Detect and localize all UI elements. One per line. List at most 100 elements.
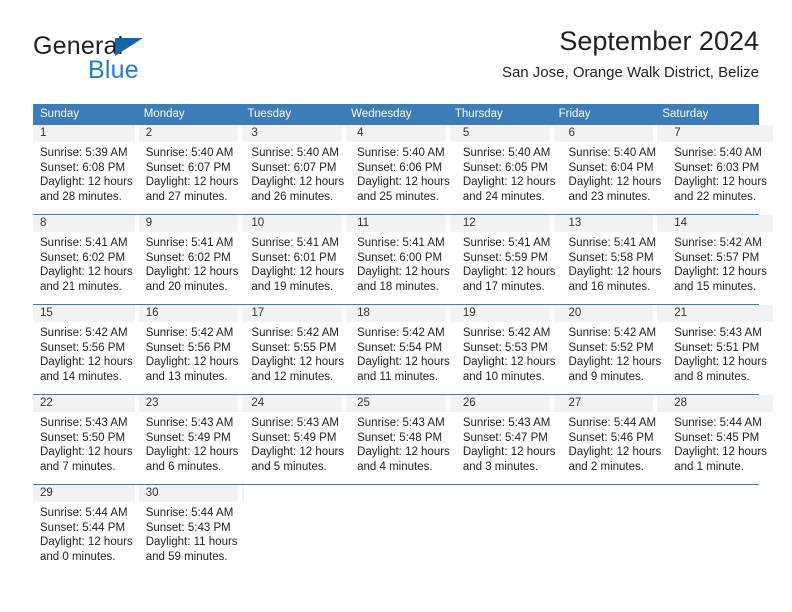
calendar-day-cell[interactable]: 24 Sunrise: 5:43 AM Sunset: 5:49 PM Dayligh… <box>244 395 351 484</box>
calendar-day-cell[interactable]: 6 Sunrise: 5:40 AM Sunset: 6:04 PM Daylight… <box>561 125 668 214</box>
daylight-duration-line2: and 8 minutes. <box>674 370 750 383</box>
calendar-day-cell[interactable]: 12 Sunrise: 5:41 AM Sunset: 5:59 PM Dayligh… <box>455 215 562 304</box>
daylight-duration-line1: Daylight: 12 hours <box>462 356 556 369</box>
calendar-day-cell[interactable]: 19 Sunrise: 5:42 AM Sunset: 5:53 PM Dayligh… <box>455 305 562 394</box>
calendar-day-cell[interactable]: 25 Sunrise: 5:43 AM Sunset: 5:48 PM Dayligh… <box>350 395 456 484</box>
day-band-divider <box>549 305 554 322</box>
day-number: 25 <box>350 395 456 412</box>
day-number: 9 <box>138 215 245 232</box>
daylight-duration-line2: and 19 minutes. <box>251 280 334 293</box>
daylight-duration-line2: and 16 minutes. <box>568 280 651 293</box>
day-details <box>450 502 553 506</box>
calendar-day-cell[interactable]: 27 Sunrise: 5:44 AM Sunset: 5:46 PM Dayligh… <box>561 395 668 484</box>
logo-text-blue: Blue <box>88 56 139 84</box>
calendar-day-cell[interactable]: 7 Sunrise: 5:40 AM Sunset: 6:03 PM Daylight… <box>667 125 773 214</box>
calendar-day-cell[interactable]: 20 Sunrise: 5:42 AM Sunset: 5:52 PM Dayligh… <box>561 305 668 394</box>
calendar-grid: Sunday Monday Tuesday Wednesday Thursday… <box>33 104 773 574</box>
day-number <box>243 485 347 502</box>
calendar-day-cell[interactable]: 15 Sunrise: 5:42 AM Sunset: 5:56 PM Dayligh… <box>33 305 139 394</box>
sunset-time: Sunset: 5:45 PM <box>674 431 760 444</box>
calendar-page: General Blue September 2024 San Jose, Or… <box>0 0 792 612</box>
day-band-divider <box>445 305 450 322</box>
logo-general-blue[interactable]: General Blue <box>33 32 263 90</box>
sunset-time: Sunset: 5:56 PM <box>145 341 231 354</box>
calendar-day-cell[interactable]: 13 Sunrise: 5:41 AM Sunset: 5:58 PM Dayligh… <box>561 215 668 304</box>
sunset-time: Sunset: 5:53 PM <box>462 341 548 354</box>
day-details: Sunrise: 5:40 AM Sunset: 6:06 PM Daylight:… <box>350 142 456 204</box>
daylight-duration-line2: and 7 minutes. <box>40 460 116 473</box>
sunset-time: Sunset: 5:59 PM <box>462 251 548 264</box>
calendar-day-cell[interactable]: 5 Sunrise: 5:40 AM Sunset: 6:05 PM Daylight… <box>455 125 562 214</box>
daylight-duration-line2: and 21 minutes. <box>40 280 122 293</box>
daylight-duration-line1: Daylight: 12 hours <box>462 446 556 459</box>
day-details: Sunrise: 5:41 AM Sunset: 6:02 PM Daylight:… <box>33 232 139 294</box>
calendar-day-cell[interactable]: 3 Sunrise: 5:40 AM Sunset: 6:07 PM Daylight… <box>244 125 351 214</box>
calendar-week-row: 8 Sunrise: 5:41 AM Sunset: 6:02 PM Daylight… <box>33 214 773 304</box>
day-details: Sunrise: 5:40 AM Sunset: 6:03 PM Daylight:… <box>667 142 773 204</box>
sunrise-time: Sunrise: 5:42 AM <box>145 327 234 339</box>
day-band-divider <box>653 125 658 142</box>
day-details: Sunrise: 5:41 AM Sunset: 5:58 PM Daylight:… <box>562 232 668 294</box>
daylight-duration-line2: and 10 minutes. <box>462 370 545 383</box>
daylight-duration-line1: Daylight: 12 hours <box>251 356 345 369</box>
day-band-divider <box>238 305 243 322</box>
day-number: 4 <box>350 125 456 142</box>
calendar-day-cell[interactable]: 9 Sunrise: 5:41 AM Sunset: 6:02 PM Daylight… <box>138 215 245 304</box>
calendar-day-cell[interactable]: 16 Sunrise: 5:42 AM Sunset: 5:56 PM Dayligh… <box>138 305 245 394</box>
day-details: Sunrise: 5:41 AM Sunset: 5:59 PM Daylight:… <box>456 232 562 294</box>
daylight-duration-line1: Daylight: 12 hours <box>462 176 556 189</box>
day-number: 1 <box>33 125 139 142</box>
day-details: Sunrise: 5:44 AM Sunset: 5:46 PM Daylight:… <box>562 412 668 474</box>
page-title: September 2024 <box>559 26 759 56</box>
sunset-time: Sunset: 5:56 PM <box>40 341 126 354</box>
calendar-day-cell[interactable]: 30 Sunrise: 5:44 AM Sunset: 5:43 PM Dayligh… <box>138 485 244 574</box>
calendar-day-cell[interactable]: 10 Sunrise: 5:41 AM Sunset: 6:01 PM Dayligh… <box>244 215 351 304</box>
calendar-day-cell[interactable]: 8 Sunrise: 5:41 AM Sunset: 6:02 PM Daylight… <box>33 215 139 304</box>
calendar-day-cell-empty <box>552 485 656 574</box>
title-block: September 2024 San Jose, Orange Walk Dis… <box>502 24 759 82</box>
day-band-divider <box>549 215 554 232</box>
calendar-day-cell[interactable]: 26 Sunrise: 5:43 AM Sunset: 5:47 PM Dayligh… <box>455 395 562 484</box>
page-subtitle: San Jose, Orange Walk District, Belize <box>501 64 759 81</box>
calendar-day-cell[interactable]: 4 Sunrise: 5:40 AM Sunset: 6:06 PM Daylight… <box>350 125 456 214</box>
sunset-time: Sunset: 5:54 PM <box>357 341 443 354</box>
day-details: Sunrise: 5:43 AM Sunset: 5:47 PM Daylight:… <box>456 412 562 474</box>
daylight-duration-line2: and 17 minutes. <box>462 280 545 293</box>
calendar-day-cell[interactable]: 29 Sunrise: 5:44 AM Sunset: 5:44 PM Dayligh… <box>33 485 139 574</box>
weekday-header-wednesday: Wednesday <box>351 108 412 120</box>
sunrise-time: Sunrise: 5:43 AM <box>674 327 762 339</box>
daylight-duration-line2: and 11 minutes. <box>357 370 439 383</box>
sunset-time: Sunset: 6:05 PM <box>462 161 548 174</box>
day-band-divider <box>445 395 450 412</box>
sunrise-time: Sunrise: 5:40 AM <box>357 147 445 159</box>
day-details <box>553 502 656 506</box>
calendar-day-cell[interactable]: 23 Sunrise: 5:43 AM Sunset: 5:49 PM Dayligh… <box>138 395 245 484</box>
daylight-duration-line2: and 12 minutes. <box>251 370 334 383</box>
calendar-day-cell[interactable]: 2 Sunrise: 5:40 AM Sunset: 6:07 PM Daylight… <box>138 125 245 214</box>
sunrise-time: Sunrise: 5:44 AM <box>568 417 657 429</box>
sunrise-time: Sunrise: 5:40 AM <box>674 147 762 159</box>
day-details: Sunrise: 5:43 AM Sunset: 5:49 PM Daylight:… <box>139 412 245 474</box>
day-details: Sunrise: 5:40 AM Sunset: 6:04 PM Daylight:… <box>562 142 668 204</box>
daylight-duration-line1: Daylight: 12 hours <box>462 266 556 279</box>
daylight-duration-line2: and 27 minutes. <box>145 190 228 203</box>
day-number: 3 <box>244 125 351 142</box>
day-band-divider <box>134 485 139 502</box>
calendar-day-cell[interactable]: 21 Sunrise: 5:43 AM Sunset: 5:51 PM Dayligh… <box>667 305 773 394</box>
calendar-day-cell[interactable]: 14 Sunrise: 5:42 AM Sunset: 5:57 PM Dayligh… <box>667 215 773 304</box>
day-band-divider <box>445 485 450 502</box>
calendar-day-cell[interactable]: 1 Sunrise: 5:39 AM Sunset: 6:08 PM Daylight… <box>33 125 139 214</box>
calendar-day-cell[interactable]: 28 Sunrise: 5:44 AM Sunset: 5:45 PM Dayligh… <box>667 395 773 484</box>
calendar-day-cell[interactable]: 11 Sunrise: 5:41 AM Sunset: 6:00 PM Dayligh… <box>350 215 456 304</box>
day-band-divider <box>134 305 139 322</box>
calendar-day-cell[interactable]: 18 Sunrise: 5:42 AM Sunset: 5:54 PM Dayligh… <box>350 305 456 394</box>
calendar-day-cell[interactable]: 22 Sunrise: 5:43 AM Sunset: 5:50 PM Dayligh… <box>33 395 139 484</box>
day-band-divider <box>342 215 347 232</box>
daylight-duration-line2: and 5 minutes. <box>251 460 327 473</box>
daylight-duration-line2: and 59 minutes. <box>145 550 228 563</box>
sunrise-time: Sunrise: 5:43 AM <box>462 417 551 429</box>
day-details: Sunrise: 5:44 AM Sunset: 5:45 PM Daylight:… <box>667 412 773 474</box>
calendar-day-cell[interactable]: 17 Sunrise: 5:42 AM Sunset: 5:55 PM Dayligh… <box>244 305 351 394</box>
day-number: 19 <box>455 305 562 322</box>
day-number: 24 <box>244 395 351 412</box>
